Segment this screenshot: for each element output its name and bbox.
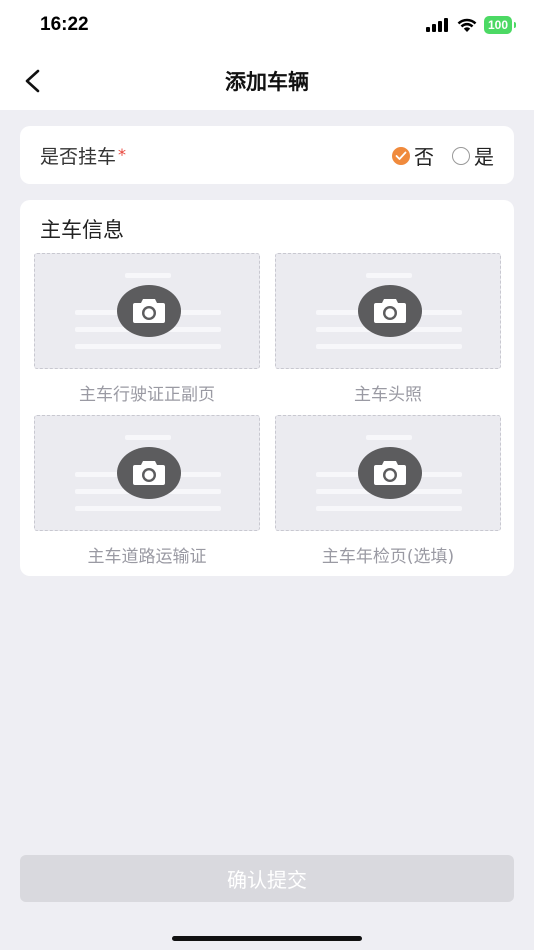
radio-option-yes[interactable]: 是: [452, 141, 494, 170]
radio-unchecked-icon: [452, 146, 470, 165]
trailer-field-label: 是否挂车 *: [40, 142, 126, 169]
home-indicator: [172, 936, 362, 941]
upload-tile-license[interactable]: [34, 253, 260, 369]
required-mark: *: [118, 145, 127, 164]
radio-option-no[interactable]: 否: [392, 141, 434, 170]
doc-line: [366, 435, 412, 440]
doc-line: [75, 506, 221, 511]
status-bar: 16:22 100: [0, 0, 534, 52]
radio-label-yes: 是: [474, 145, 494, 169]
section-title: 主车信息: [40, 218, 124, 242]
doc-line: [75, 344, 221, 349]
trailer-card: 是否挂车 * 否 是: [20, 126, 514, 184]
trailer-radio-group: 否 是: [392, 141, 494, 170]
doc-line: [316, 344, 462, 349]
main-vehicle-info-card: 主车信息 主车行驶证正副页 主车头照 主车道路运输证 主车年检页(选填): [20, 200, 514, 576]
doc-line: [316, 506, 462, 511]
doc-line: [125, 435, 171, 440]
status-time: 16:22: [40, 14, 89, 35]
nav-bar: 添加车辆: [0, 52, 534, 110]
camera-icon: [117, 285, 181, 337]
page-title: 添加车辆: [225, 70, 309, 94]
doc-line: [125, 273, 171, 278]
upload-tile-head-photo[interactable]: [275, 253, 501, 369]
signal-icon: [425, 18, 448, 32]
radio-label-no: 否: [414, 145, 434, 169]
tile-label-license: 主车行驶证正副页: [79, 385, 215, 405]
battery-icon: 100: [483, 16, 517, 34]
status-icons: 100: [425, 16, 517, 34]
trailer-label-text: 是否挂车: [40, 146, 117, 168]
camera-icon: [358, 447, 422, 499]
upload-tile-annual-inspection[interactable]: [275, 415, 501, 531]
camera-icon: [358, 285, 422, 337]
tile-label-head-photo: 主车头照: [354, 385, 422, 405]
submit-button[interactable]: 确认提交: [20, 855, 514, 902]
radio-checked-icon: [392, 146, 410, 165]
upload-tile-road-transport[interactable]: [34, 415, 260, 531]
doc-line: [366, 273, 412, 278]
tile-label-annual-inspection: 主车年检页(选填): [321, 547, 455, 567]
wifi-icon: [457, 18, 477, 32]
tile-label-road-transport: 主车道路运输证: [87, 547, 207, 567]
camera-icon: [117, 447, 181, 499]
